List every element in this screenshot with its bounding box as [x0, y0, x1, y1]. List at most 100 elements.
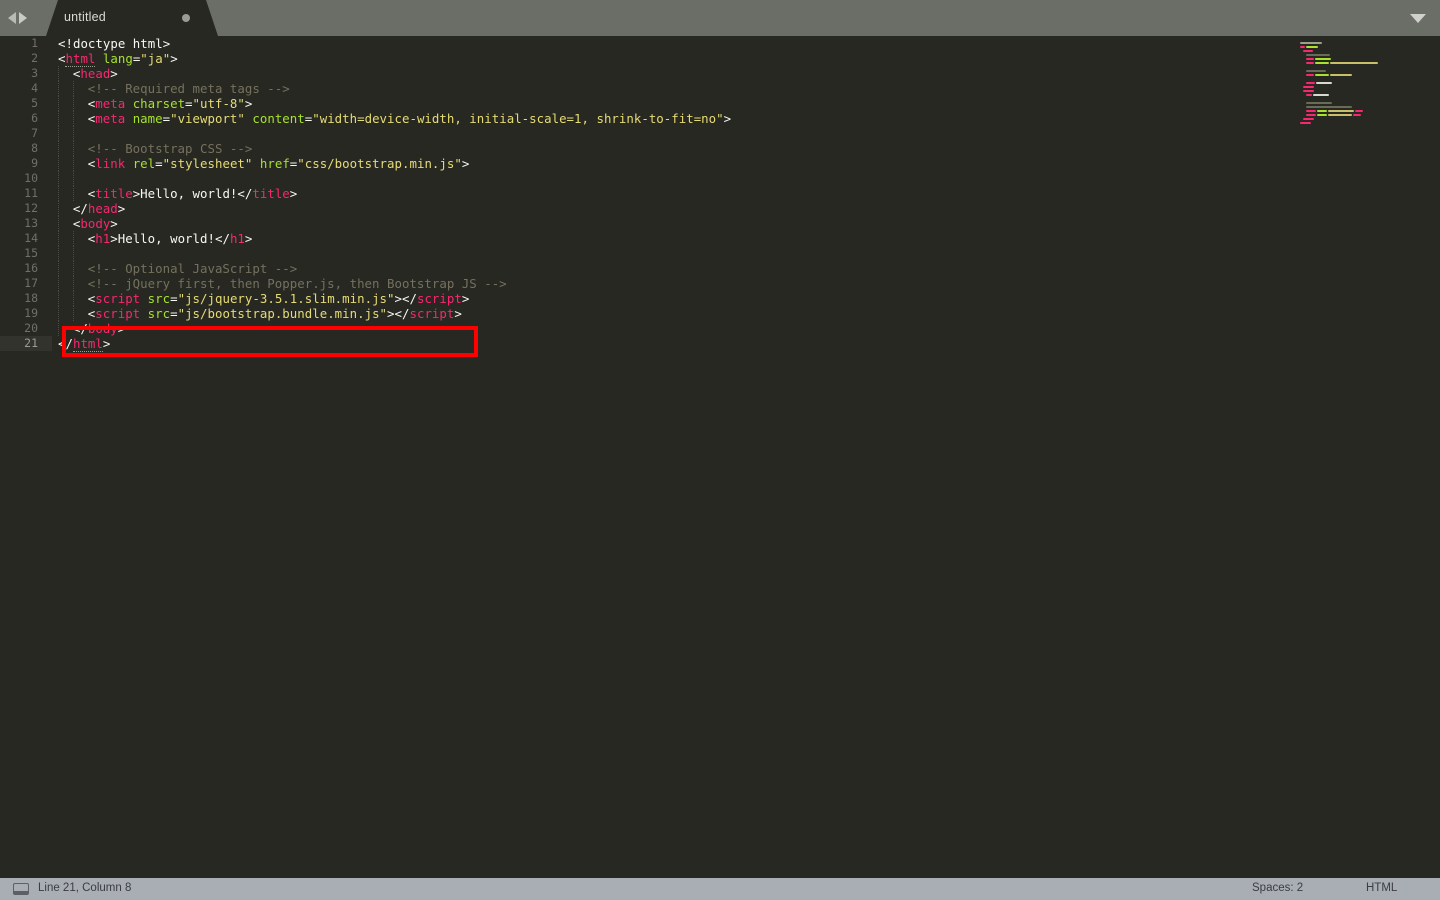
triangle-left-icon[interactable] [8, 12, 16, 24]
minimap-line [1315, 74, 1329, 76]
cursor-position[interactable]: Line 21, Column 8 [38, 882, 131, 894]
minimap-line [1317, 114, 1327, 116]
minimap-line [1306, 102, 1332, 104]
line-number: 6 [31, 111, 38, 125]
chevron-down-icon[interactable] [1410, 14, 1426, 23]
indent-guide [58, 81, 60, 96]
code-token: = [162, 111, 171, 126]
code-line[interactable]: <meta name="viewport" content="width=dev… [88, 111, 731, 126]
minimap-line [1330, 74, 1352, 76]
code-line[interactable]: <link rel="stylesheet" href="css/bootstr… [88, 156, 470, 171]
indent-guide [72, 156, 75, 171]
line-number: 20 [24, 321, 38, 335]
line-number: 8 [31, 141, 38, 155]
code-line[interactable]: <h1>Hello, world!</h1> [88, 231, 253, 246]
indent-guide [58, 201, 60, 216]
code-token: </ [237, 186, 253, 201]
code-token: rel [132, 156, 156, 171]
code-token: h1 [95, 231, 111, 246]
indent-guide [72, 171, 75, 186]
code-line[interactable]: <script src="js/bootstrap.bundle.min.js"… [88, 306, 462, 321]
code-token: > [102, 336, 111, 351]
code-token: body [87, 321, 118, 336]
indent-guide [58, 291, 60, 306]
minimap[interactable] [1288, 36, 1440, 878]
code-line[interactable]: <!-- Required meta tags --> [88, 81, 290, 96]
line-number: 12 [24, 201, 38, 215]
code-token: head [87, 201, 118, 216]
code-token: script [95, 306, 141, 321]
tab-untitled[interactable]: untitled [46, 0, 218, 36]
line-number: 17 [24, 276, 38, 290]
triangle-right-icon[interactable] [19, 12, 27, 24]
code-token: content [252, 111, 305, 126]
code-token: title [252, 186, 290, 201]
code-token: name [132, 111, 163, 126]
code-token: src [147, 291, 171, 306]
minimap-line [1303, 50, 1313, 52]
code-token: Hello, world! [140, 186, 238, 201]
code-token: = [185, 96, 193, 111]
code-area[interactable]: <!doctype html> <html lang="ja"> <head> <!-… [58, 36, 1288, 878]
minimap-line [1353, 114, 1361, 116]
code-token: href [259, 156, 290, 171]
tab-navigation-arrows[interactable] [8, 10, 42, 26]
console-panel-icon[interactable] [13, 883, 29, 895]
code-token: = [170, 291, 178, 306]
minimap-line [1306, 106, 1352, 108]
code-editor[interactable]: 1 2 3 4 5 6 7 8 9 10 11 12 13 14 15 16 17 18 19 20 21 <!doct… [0, 36, 1440, 878]
code-token: > [110, 231, 118, 246]
code-line[interactable]: <body> [73, 216, 118, 231]
line-number: 9 [31, 156, 38, 170]
language-mode[interactable]: HTML [1366, 882, 1397, 894]
minimap-line [1355, 110, 1363, 112]
code-token: html [72, 336, 103, 352]
code-token: h1 [229, 231, 245, 246]
code-line[interactable]: <!doctype html> [58, 36, 170, 51]
indent-guide [72, 96, 75, 111]
code-token: "stylesheet" [162, 156, 253, 171]
code-line[interactable]: </body> [73, 321, 125, 336]
code-token: <!-- Bootstrap CSS --> [87, 141, 253, 156]
code-token: > [461, 291, 470, 306]
indent-guide [72, 261, 75, 276]
code-line[interactable]: <!-- Bootstrap CSS --> [88, 141, 253, 156]
code-token: = [155, 156, 163, 171]
line-number: 10 [24, 171, 38, 185]
code-line[interactable]: </head> [73, 201, 125, 216]
minimap-line [1306, 82, 1315, 84]
minimap-line [1306, 114, 1316, 116]
indent-guide [72, 246, 75, 261]
code-line[interactable]: <!-- jQuery first, then Popper.js, then … [88, 276, 507, 291]
code-token: ></ [387, 306, 410, 321]
code-token: Hello, world! [117, 231, 215, 246]
code-token: <!doctype html> [58, 36, 171, 51]
line-number: 13 [24, 216, 38, 230]
indent-guide [72, 186, 75, 201]
code-token: "ja" [140, 51, 171, 66]
code-line[interactable]: <meta charset="utf-8"> [88, 96, 253, 111]
indent-guide [58, 231, 60, 246]
code-token: charset [132, 96, 186, 111]
code-token: > [110, 216, 118, 231]
code-token: > [110, 66, 118, 81]
code-line[interactable]: </html> [58, 336, 111, 352]
code-token: > [170, 51, 178, 66]
code-line[interactable]: <html lang="ja"> [58, 51, 178, 67]
line-number: 11 [24, 186, 38, 200]
code-line[interactable]: <head> [73, 66, 118, 81]
minimap-line [1306, 94, 1312, 96]
line-number: 5 [31, 96, 38, 110]
code-token: > [289, 186, 298, 201]
indent-guide [72, 81, 75, 96]
indent-guide [58, 186, 60, 201]
indent-setting[interactable]: Spaces: 2 [1252, 882, 1303, 894]
code-line[interactable]: <title>Hello, world!</title> [88, 186, 297, 201]
line-number: 21 [24, 336, 38, 350]
code-line[interactable]: <!-- Optional JavaScript --> [88, 261, 297, 276]
minimap-line [1306, 110, 1316, 112]
code-line[interactable]: <script src="js/jquery-3.5.1.slim.min.js… [88, 291, 470, 306]
